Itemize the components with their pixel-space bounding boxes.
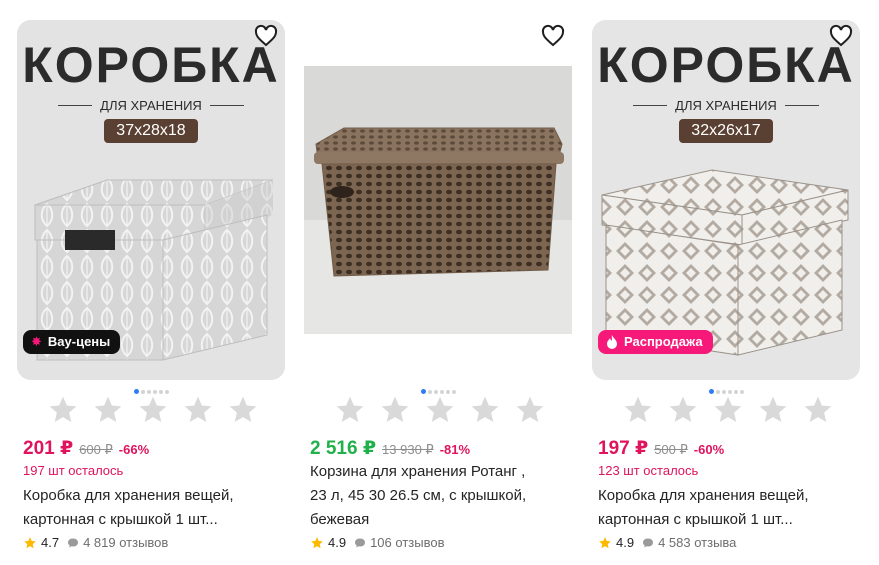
star-icon[interactable]: [514, 394, 546, 426]
heart-icon: [829, 24, 853, 47]
star-icon[interactable]: [92, 394, 124, 426]
image-pager[interactable]: [17, 383, 285, 395]
promo-badge-label: Вау-цены: [47, 334, 111, 349]
comment-icon: [68, 538, 79, 547]
price: 201 ₽: [23, 438, 74, 459]
rate-stars[interactable]: [334, 394, 546, 426]
image-size-badge: 32x26x17: [679, 119, 773, 143]
product-card-1[interactable]: КОРОБКА ДЛЯ ХРАНЕНИЯ 37x28x18 ✸ Вау-цены…: [17, 0, 285, 565]
divider: [58, 105, 93, 106]
star-icon[interactable]: [802, 394, 834, 426]
rate-stars[interactable]: [622, 394, 834, 426]
rating-meta: 4.7 4 819 отзывов: [23, 535, 168, 550]
rating-value: 4.9: [328, 535, 347, 550]
price-row: 2 516 ₽ 13 930 ₽ -81%: [310, 437, 470, 460]
flame-icon: [607, 335, 617, 349]
reviews-count[interactable]: 106 отзывов: [370, 535, 444, 550]
star-icon[interactable]: [667, 394, 699, 426]
promo-badge: Распродажа: [598, 330, 713, 354]
sparkle-icon: ✸: [31, 334, 42, 349]
star-icon: [24, 536, 36, 548]
favorite-button[interactable]: [540, 24, 566, 50]
star-icon[interactable]: [469, 394, 501, 426]
comment-icon: [643, 538, 654, 547]
image-overlay-text: КОРОБКА ДЛЯ ХРАНЕНИЯ 37x28x18: [17, 20, 285, 143]
rating-value: 4.7: [41, 535, 60, 550]
star-icon[interactable]: [182, 394, 214, 426]
image-pager[interactable]: [592, 383, 860, 395]
image-pager[interactable]: [304, 383, 572, 395]
promo-badge: ✸ Вау-цены: [23, 330, 121, 354]
product-title[interactable]: Коробка для хранения вещей, картонная с …: [23, 484, 285, 532]
product-title[interactable]: Корзина для хранения Ротанг , 23 л, 45 3…: [310, 460, 572, 532]
heart-icon: [541, 24, 565, 47]
star-icon[interactable]: [712, 394, 744, 426]
title-line[interactable]: картонная с крышкой 1 шт...: [598, 508, 860, 532]
product-title[interactable]: Коробка для хранения вещей, картонная с …: [598, 484, 860, 532]
comment-icon: [355, 538, 366, 547]
title-line[interactable]: Коробка для хранения вещей,: [23, 484, 285, 508]
price: 197 ₽: [598, 438, 649, 459]
rate-stars[interactable]: [47, 394, 259, 426]
title-line[interactable]: бежевая: [310, 508, 572, 532]
price-row: 197 ₽ 500 ₽ -60%: [598, 437, 724, 460]
price: 2 516 ₽: [310, 438, 377, 459]
favorite-button[interactable]: [253, 24, 279, 50]
discount: -81%: [439, 442, 471, 457]
price-row: 201 ₽ 600 ₽ -66%: [23, 437, 149, 460]
heart-icon: [254, 24, 278, 47]
star-icon: [311, 536, 323, 548]
image-overlay-text: КОРОБКА ДЛЯ ХРАНЕНИЯ 32x26x17: [592, 20, 860, 143]
image-heading: КОРОБКА: [597, 37, 855, 93]
old-price: 13 930 ₽: [382, 442, 434, 457]
star-icon[interactable]: [137, 394, 169, 426]
star-icon[interactable]: [379, 394, 411, 426]
rating-value: 4.9: [616, 535, 635, 550]
title-line[interactable]: Коробка для хранения вещей,: [598, 484, 860, 508]
old-price: 500 ₽: [654, 442, 688, 457]
rating-meta: 4.9 4 583 отзыва: [598, 535, 736, 550]
discount: -66%: [118, 442, 150, 457]
title-line[interactable]: 23 л, 45 30 26.5 см, с крышкой,: [310, 484, 572, 508]
star-icon[interactable]: [334, 394, 366, 426]
star-icon[interactable]: [622, 394, 654, 426]
old-price: 600 ₽: [79, 442, 113, 457]
image-subheading: ДЛЯ ХРАНЕНИЯ: [675, 98, 777, 113]
rating-meta: 4.9 106 отзывов: [310, 535, 444, 550]
star-icon[interactable]: [227, 394, 259, 426]
basket-illustration: [304, 66, 572, 334]
image-heading: КОРОБКА: [22, 37, 280, 93]
product-card-2[interactable]: 2 516 ₽ 13 930 ₽ -81% Корзина для хранен…: [304, 0, 572, 565]
title-line[interactable]: Корзина для хранения Ротанг ,: [310, 460, 572, 484]
discount: -60%: [693, 442, 725, 457]
reviews-count[interactable]: 4 583 отзыва: [658, 535, 736, 550]
star-icon: [599, 536, 611, 548]
divider: [209, 105, 244, 106]
product-image[interactable]: [304, 20, 572, 380]
title-line[interactable]: картонная с крышкой 1 шт...: [23, 508, 285, 532]
product-card-3[interactable]: КОРОБКА ДЛЯ ХРАНЕНИЯ 32x26x17 Распродажа…: [592, 0, 860, 565]
stock-left: 197 шт осталось: [23, 463, 124, 478]
star-icon[interactable]: [757, 394, 789, 426]
image-size-badge: 37x28x18: [104, 119, 198, 143]
promo-badge-label: Распродажа: [624, 334, 703, 349]
stock-left: 123 шт осталось: [598, 463, 699, 478]
divider: [784, 105, 819, 106]
star-icon[interactable]: [47, 394, 79, 426]
star-icon[interactable]: [424, 394, 456, 426]
reviews-count[interactable]: 4 819 отзывов: [83, 535, 168, 550]
favorite-button[interactable]: [828, 24, 854, 50]
image-subheading: ДЛЯ ХРАНЕНИЯ: [100, 98, 202, 113]
divider: [633, 105, 668, 106]
